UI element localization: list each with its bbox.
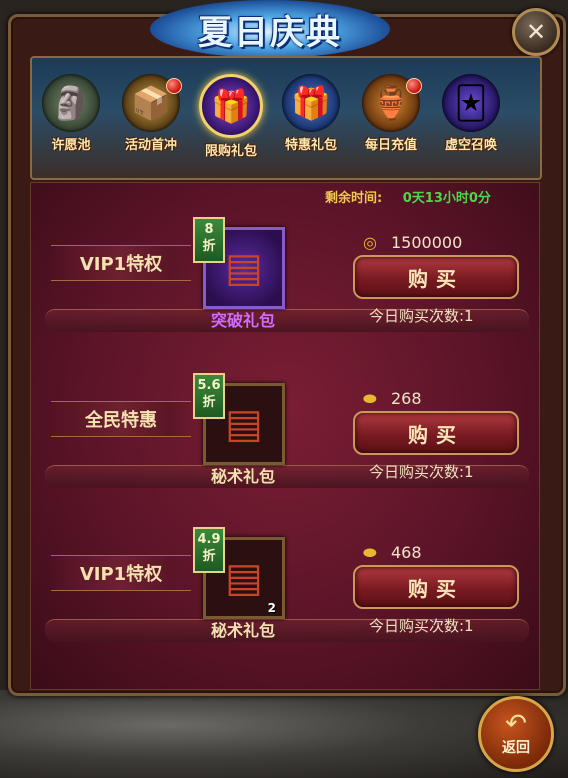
back-label: 返回: [502, 740, 530, 756]
title-banner: 夏日庆典: [150, 0, 390, 58]
treasure-box-icon: ▤: [225, 245, 263, 291]
offer-tag: VIP1特权: [51, 245, 191, 281]
discount-badge: 4.9 折: [193, 527, 225, 573]
buy-button[interactable]: 购买: [353, 255, 519, 299]
item-name: 秘术礼包: [210, 621, 275, 640]
back-arrow-icon: ↶: [505, 709, 527, 739]
item-name: 突破礼包: [210, 311, 275, 330]
offer-row: VIP1特权 ▤ 2 4.9 折 秘术礼包 ⬬ 468 购买 今日购买次数:1: [39, 523, 531, 643]
tab-label: 特惠礼包: [284, 138, 337, 153]
buy-button[interactable]: 购买: [353, 565, 519, 609]
item-name: 秘术礼包: [210, 467, 275, 486]
price: ◎ 1500000: [363, 233, 462, 252]
close-icon: ✕: [525, 18, 547, 46]
notification-dot: [406, 78, 422, 94]
tab-label: 每日充值: [364, 138, 417, 153]
price-value: 1500000: [391, 233, 463, 252]
daily-purchase-count: 今日购买次数:1: [369, 307, 474, 325]
discount-badge: 5.6 折: [193, 373, 225, 419]
timer-value: 0天13小时0分: [402, 191, 491, 206]
tab-special-packs[interactable]: 🎁 特惠礼包: [278, 74, 344, 170]
coin-icon: ◎: [363, 233, 377, 252]
tab-limited-packs[interactable]: 🎁 限购礼包: [198, 74, 264, 170]
gold-ingot-icon: ⬬: [363, 389, 377, 408]
offer-panel: 剩余时间: 0天13小时0分 VIP1特权 ▤ 8折 突破礼包 ◎ 1500000…: [30, 182, 540, 690]
summon-cards-icon: 🃏: [442, 74, 500, 132]
tab-label: 许愿池: [51, 138, 91, 153]
buy-button[interactable]: 购买: [353, 411, 519, 455]
price-value: 468: [391, 543, 422, 562]
tab-label: 限购礼包: [204, 144, 257, 159]
tab-first-recharge[interactable]: 📦 活动首冲: [118, 74, 184, 170]
blue-gift-box-icon: 🎁: [282, 74, 340, 132]
offer-row: 全民特惠 ▤ 5.6 折 秘术礼包 ⬬ 268 购买 今日购买次数:1: [39, 369, 531, 489]
price: ⬬ 468: [363, 543, 422, 563]
tab-wishing-pool[interactable]: 🗿 许愿池: [38, 74, 104, 170]
offer-row: VIP1特权 ▤ 8折 突破礼包 ◎ 1500000 购买 今日购买次数:1: [39, 213, 531, 333]
timer-label: 剩余时间:: [325, 191, 383, 206]
tab-daily-recharge[interactable]: 🏺 每日充值: [358, 74, 424, 170]
event-title: 夏日庆典: [198, 12, 342, 53]
daily-purchase-count: 今日购买次数:1: [369, 463, 474, 481]
price-value: 268: [391, 389, 422, 408]
remaining-time: 剩余时间: 0天13小时0分: [325, 187, 491, 206]
gold-ingot-icon: ⬬: [363, 543, 377, 562]
tab-label: 活动首冲: [124, 138, 177, 153]
tab-void-summon[interactable]: 🃏 虚空召唤: [438, 74, 504, 170]
event-tab-strip: 🗿 许愿池 📦 活动首冲 🎁 限购礼包 🎁 特惠礼包 🏺 每日充值 🃏 虚空召唤: [30, 56, 542, 180]
discount-badge: 8折: [193, 217, 225, 263]
daily-purchase-count: 今日购买次数:1: [369, 617, 474, 635]
price: ⬬ 268: [363, 389, 422, 409]
purple-gift-box-icon: 🎁: [199, 74, 263, 138]
notification-dot: [166, 78, 182, 94]
item-count: 2: [267, 601, 276, 615]
close-button[interactable]: ✕: [512, 8, 560, 56]
wishing-statue-icon: 🗿: [42, 74, 100, 132]
back-button[interactable]: ↶ 返回: [478, 696, 554, 772]
offer-tag: VIP1特权: [51, 555, 191, 591]
treasure-box-icon: ▤: [225, 401, 263, 447]
offer-tag: 全民特惠: [51, 401, 191, 437]
tab-label: 虚空召唤: [444, 138, 497, 153]
treasure-box-icon: ▤: [225, 555, 263, 601]
